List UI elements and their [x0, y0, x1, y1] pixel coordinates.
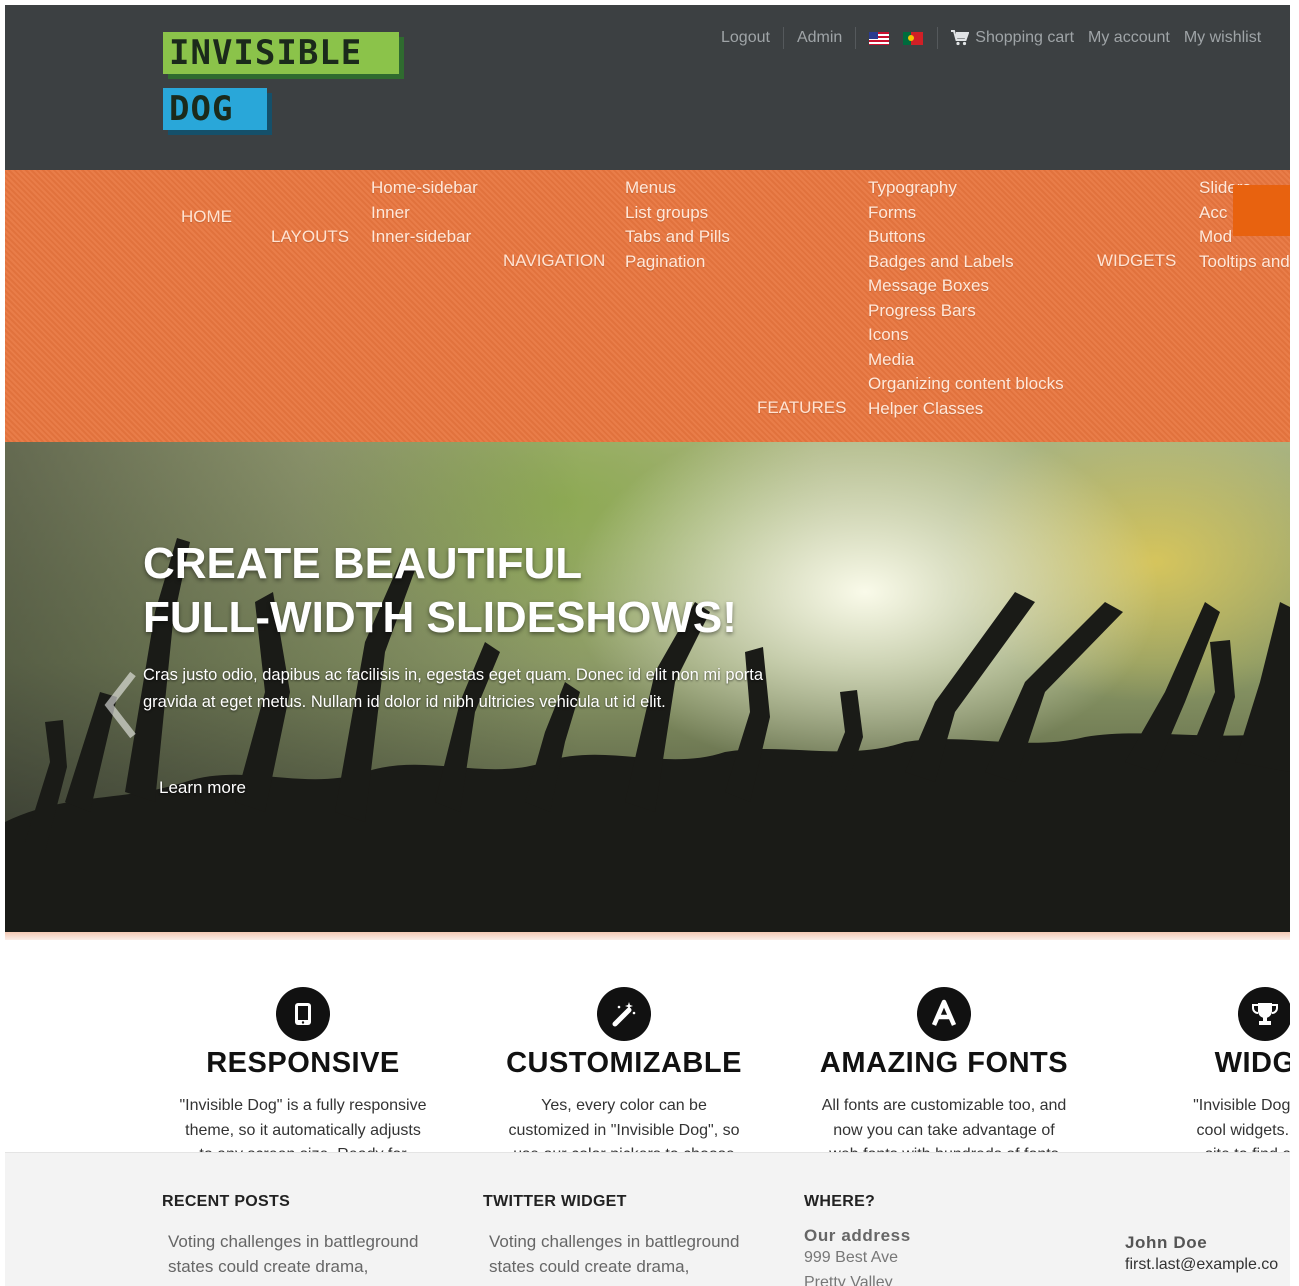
- feature-responsive: RESPONSIVE "Invisible Dog" is a fully re…: [143, 987, 463, 1168]
- nav-item-organizing-content[interactable]: Organizing content blocks: [868, 372, 1064, 397]
- recent-post-link[interactable]: Voting challenges in battleground states…: [162, 1230, 462, 1279]
- nav-item-menus[interactable]: Menus: [625, 176, 730, 201]
- shopping-cart-label: Shopping cart: [975, 29, 1075, 46]
- pt-flag-icon[interactable]: [903, 31, 924, 45]
- feature-title: AMAZING FONTS: [819, 1047, 1069, 1079]
- nav-item-home-sidebar[interactable]: Home-sidebar: [371, 176, 478, 201]
- logo-line-dog: DOG: [163, 88, 267, 130]
- hero-divider: [5, 932, 1290, 940]
- site-header: INVISIBLE DOG Logout Admin Shopping cart…: [5, 5, 1290, 170]
- nav-item-progress-bars[interactable]: Progress Bars: [868, 299, 1064, 324]
- feature-amazing-fonts: AMAZING FONTS All fonts are customizable…: [784, 987, 1104, 1168]
- divider: [937, 27, 939, 49]
- learn-more-button[interactable]: Learn more: [159, 778, 246, 798]
- admin-link[interactable]: Admin: [797, 29, 842, 47]
- nav-item-buttons[interactable]: Buttons: [868, 225, 1064, 250]
- feature-title: RESPONSIVE: [206, 1047, 400, 1079]
- trophy-icon: [1238, 987, 1290, 1041]
- recent-posts-heading: RECENT POSTS: [162, 1193, 291, 1210]
- feature-widgets: WIDGE "Invisible Dog" is als cool widget…: [1105, 987, 1290, 1168]
- navigation-submenu: Menus List groups Tabs and Pills Paginat…: [625, 176, 730, 274]
- hero-title-line-1: CREATE BEAUTIFUL: [143, 539, 583, 588]
- site-footer: RECENT POSTS Voting challenges in battle…: [5, 1152, 1290, 1286]
- recent-posts-column: RECENT POSTS Voting challenges in battle…: [162, 1193, 462, 1279]
- where-heading: WHERE?: [804, 1193, 876, 1210]
- hero-title-line-2: FULL-WIDTH SLIDESHOWS!: [143, 593, 737, 642]
- divider: [855, 27, 857, 49]
- where-column: WHERE? Our address 999 Best Ave Pretty V…: [804, 1193, 1104, 1286]
- hero-slider: CREATE BEAUTIFUL FULL-WIDTH SLIDESHOWS! …: [5, 442, 1290, 932]
- nav-item-media[interactable]: Media: [868, 348, 1064, 373]
- feature-title: CUSTOMIZABLE: [506, 1047, 742, 1079]
- magic-wand-icon: [597, 987, 651, 1041]
- tweet-text: Voting challenges in battleground states…: [489, 1232, 740, 1276]
- contact-email[interactable]: first.last@example.co: [1125, 1253, 1290, 1278]
- feature-customizable: CUSTOMIZABLE Yes, every color can be cus…: [464, 987, 784, 1168]
- nav-item-forms[interactable]: Forms: [868, 201, 1064, 226]
- nav-item-tooltips[interactable]: Tooltips and: [1199, 250, 1290, 275]
- features-submenu: Typography Forms Buttons Badges and Labe…: [868, 176, 1064, 421]
- address-city: Pretty Valley: [804, 1273, 893, 1286]
- nav-layouts[interactable]: LAYOUTS: [271, 227, 349, 247]
- nav-home[interactable]: HOME: [181, 207, 232, 227]
- nav-item-inner[interactable]: Inner: [371, 201, 478, 226]
- contact-name: John Doe: [1125, 1233, 1208, 1252]
- nav-item-helper-classes[interactable]: Helper Classes: [868, 397, 1064, 422]
- layouts-submenu: Home-sidebar Inner Inner-sidebar: [371, 176, 478, 250]
- nav-item-message-boxes[interactable]: Message Boxes: [868, 274, 1064, 299]
- nav-item-pagination[interactable]: Pagination: [625, 250, 730, 275]
- hero-title: CREATE BEAUTIFUL FULL-WIDTH SLIDESHOWS!: [143, 537, 737, 645]
- nav-item-icons[interactable]: Icons: [868, 323, 1064, 348]
- hero-text: Cras justo odio, dapibus ac facilisis in…: [143, 666, 763, 711]
- address-label: Our address: [804, 1226, 911, 1245]
- address-street: 999 Best Ave: [804, 1249, 898, 1266]
- nav-item-list-groups[interactable]: List groups: [625, 201, 730, 226]
- top-links: Logout Admin Shopping cart My account My…: [721, 27, 1261, 49]
- my-wishlist-link[interactable]: My wishlist: [1184, 29, 1261, 47]
- my-account-link[interactable]: My account: [1088, 29, 1170, 47]
- main-nav: HOME LAYOUTS Home-sidebar Inner Inner-si…: [5, 170, 1290, 442]
- floating-tab[interactable]: [1233, 185, 1290, 236]
- page: INVISIBLE DOG Logout Admin Shopping cart…: [5, 5, 1290, 1286]
- chevron-left-icon[interactable]: [101, 670, 141, 740]
- cart-icon: [951, 29, 970, 45]
- nav-features[interactable]: FEATURES: [757, 398, 846, 418]
- nav-item-inner-sidebar[interactable]: Inner-sidebar: [371, 225, 478, 250]
- font-icon: [917, 987, 971, 1041]
- shopping-cart-link[interactable]: Shopping cart: [951, 29, 1074, 47]
- logout-link[interactable]: Logout: [721, 29, 770, 47]
- twitter-widget-column: TWITTER WIDGET Voting challenges in batt…: [483, 1193, 783, 1279]
- divider: [782, 27, 784, 49]
- nav-item-tabs-pills[interactable]: Tabs and Pills: [625, 225, 730, 250]
- nav-navigation[interactable]: NAVIGATION: [503, 251, 605, 271]
- nav-item-typography[interactable]: Typography: [868, 176, 1064, 201]
- contact-column: John Doe first.last@example.co: [1125, 1233, 1290, 1278]
- tablet-icon: [276, 987, 330, 1041]
- twitter-widget-heading: TWITTER WIDGET: [483, 1193, 627, 1210]
- nav-item-badges-labels[interactable]: Badges and Labels: [868, 250, 1064, 275]
- logo-line-invisible: INVISIBLE: [163, 32, 399, 74]
- nav-widgets[interactable]: WIDGETS: [1097, 251, 1176, 271]
- feature-title: WIDGE: [1214, 1047, 1290, 1079]
- us-flag-icon[interactable]: [869, 31, 890, 45]
